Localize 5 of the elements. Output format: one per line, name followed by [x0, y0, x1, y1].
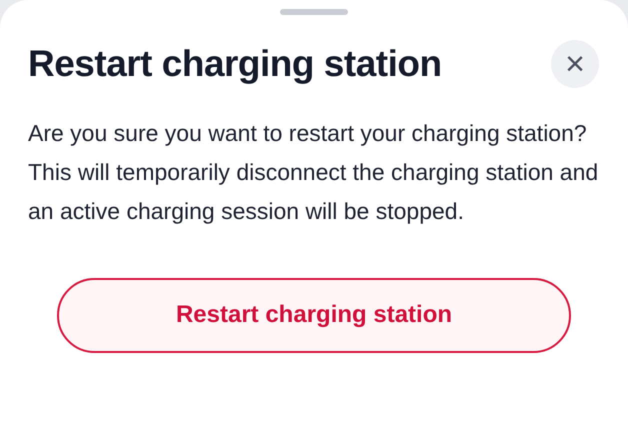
message-text: Are you sure you want to restart your charging station? This will temporarily disconnect the charging station and an active charging session will be stopped.: [28, 118, 600, 226]
sheet-title: Restart charging station: [28, 42, 442, 86]
close-button[interactable]: ×: [551, 40, 599, 88]
restart-button[interactable]: Restart charging station: [57, 278, 571, 352]
drag-handle[interactable]: [280, 9, 348, 15]
